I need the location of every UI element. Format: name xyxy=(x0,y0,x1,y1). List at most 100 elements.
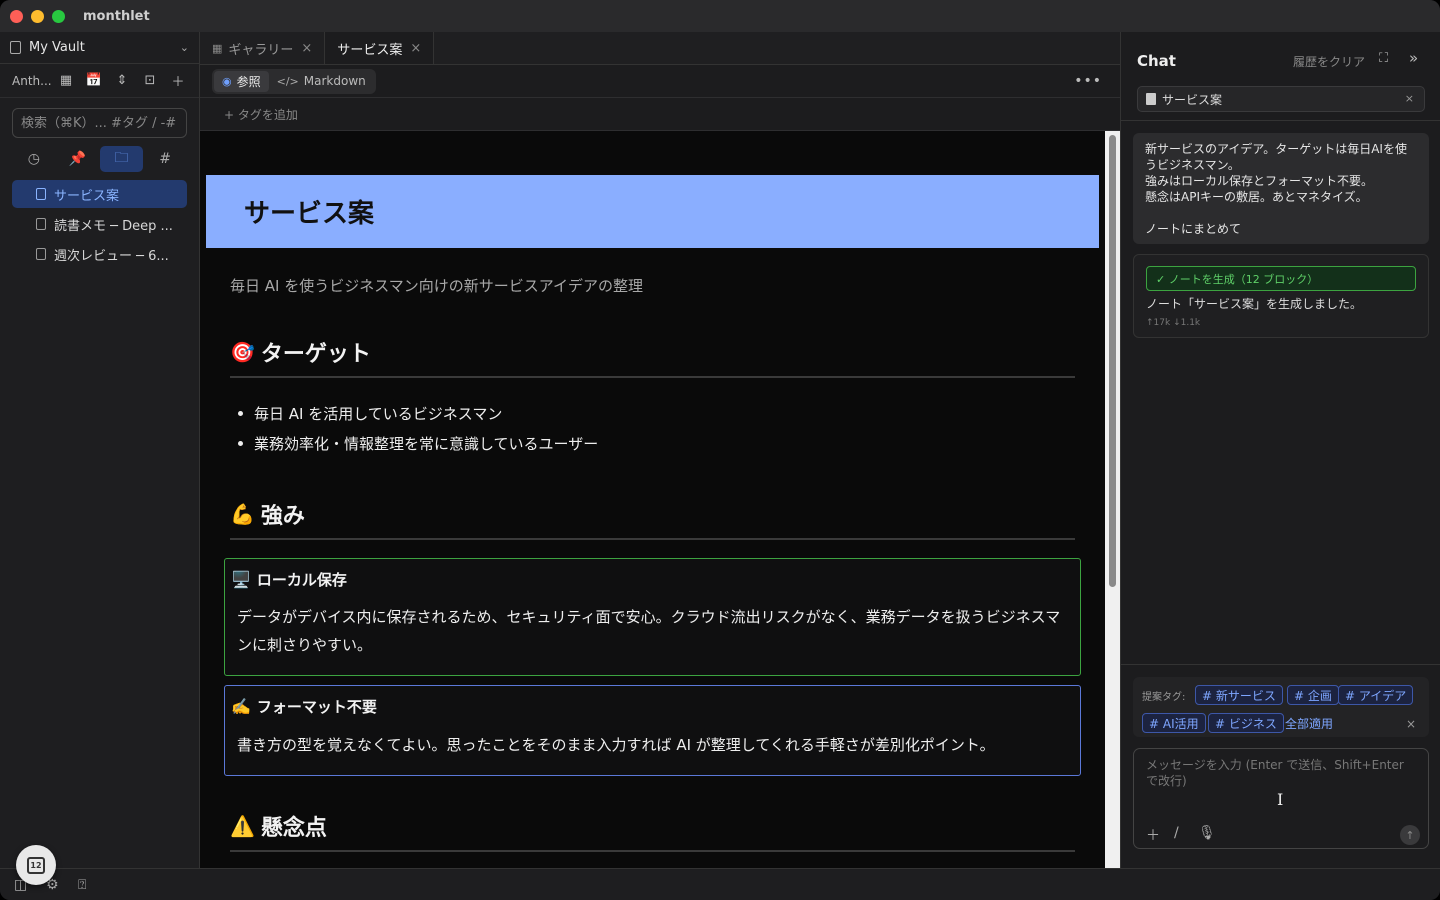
chat-header: Chat 履歴をクリア ⛶ » xyxy=(1121,32,1440,88)
sidebar-toolbar-label[interactable]: Anth... xyxy=(12,74,52,88)
microphone-icon[interactable]: 🎙 xyxy=(1198,825,1216,841)
view-mode-toggle: ◉ 参照 </> Markdown xyxy=(212,68,376,94)
suggested-tags-box: 提案タグ: # 新サービス # 企画 # アイデア # AI活用 # ビジネス … xyxy=(1133,677,1429,737)
status-bar: ◫ ⚙ ⍰ xyxy=(0,868,1440,900)
page-subtitle: 毎日 AI を使うビジネスマン向けの新サービスアイデアの整理 xyxy=(230,277,644,295)
gallery-grid-icon[interactable]: ▦ xyxy=(52,73,80,88)
search-input[interactable] xyxy=(21,115,178,131)
heading-text: 懸念点 xyxy=(260,816,327,841)
vault-name: My Vault xyxy=(29,40,85,55)
file-list: サービス案 読書メモ ─ Deep ... 週次レビュー ─ 6... xyxy=(0,180,199,268)
vault-selector[interactable]: My Vault ⌄ xyxy=(0,32,199,64)
more-options-icon[interactable]: ••• xyxy=(1074,73,1102,89)
tag-chip[interactable]: # 企画 xyxy=(1287,685,1339,705)
attach-plus-icon[interactable]: ＋ xyxy=(1146,825,1160,845)
token-usage: ↑17k ↓1.1k xyxy=(1146,318,1201,328)
file-label: 週次レビュー ─ 6... xyxy=(54,248,169,264)
grid-icon: ▦ xyxy=(212,41,223,55)
file-item-service-plan[interactable]: サービス案 xyxy=(12,180,187,208)
tag-chip[interactable]: # AI活用 xyxy=(1142,713,1206,733)
page-title: サービス案 xyxy=(244,199,375,229)
calendar-fab-button[interactable]: 12 xyxy=(16,845,56,885)
apply-all-tags-button[interactable]: 全部適用 xyxy=(1285,715,1333,732)
file-item-weekly-review[interactable]: 週次レビュー ─ 6... xyxy=(12,240,187,268)
editor-pane: ▦ ギャラリー × サービス案 × ◉ 参照 </> Markdown ••• xyxy=(200,32,1120,868)
list-item: 業務効率化・情報整理を常に意識しているユーザー xyxy=(237,433,598,463)
import-icon[interactable]: ⊡ xyxy=(136,73,164,88)
pin-icon[interactable]: 📌 xyxy=(56,146,100,172)
suggested-tags-label: 提案タグ: xyxy=(1142,692,1186,703)
tab-service-plan[interactable]: サービス案 × xyxy=(325,32,435,64)
message-line xyxy=(1145,205,1417,221)
file-label: 読書メモ ─ Deep ... xyxy=(54,218,173,234)
message-line: 懸念はAPIキーの敷居。あとマネタイズ。 xyxy=(1145,190,1368,204)
sidebar-nav-tabs: ◷ 📌 🗀 # xyxy=(12,146,187,172)
context-document-chip[interactable]: サービス案 × xyxy=(1137,86,1425,112)
document-icon xyxy=(36,218,46,230)
callout-title: 🖥️ ローカル保存 xyxy=(231,569,347,590)
assistant-text: ノート「サービス案」を生成しました。 xyxy=(1146,297,1363,311)
desktop-computer-icon: 🖥️ xyxy=(231,570,251,589)
tab-gallery[interactable]: ▦ ギャラリー × xyxy=(200,32,326,64)
message-input[interactable]: メッセージを入力 (Enter で送信、Shift+Enter で改行) xyxy=(1146,757,1418,789)
clear-history-button[interactable]: 履歴をクリア xyxy=(1293,53,1365,70)
generated-note-badge[interactable]: ✓ ノートを生成（12 ブロック） xyxy=(1146,266,1416,291)
assistant-message: ✓ ノートを生成（12 ブロック） ノート「サービス案」を生成しました。 ↑17… xyxy=(1133,254,1429,338)
folder-icon[interactable]: 🗀 xyxy=(99,146,144,172)
heading-text: 強み xyxy=(260,504,305,529)
chevron-down-icon: ⌄ xyxy=(179,41,189,54)
sort-icon[interactable]: ⇕ xyxy=(108,73,136,88)
writing-hand-icon: ✍️ xyxy=(231,697,251,716)
new-note-plus-icon[interactable]: ＋ xyxy=(164,71,192,90)
document-icon xyxy=(1146,93,1156,105)
file-item-reading-memo[interactable]: 読書メモ ─ Deep ... xyxy=(12,210,187,238)
heading-text: ターゲット xyxy=(260,342,371,367)
warning-icon: ⚠️ xyxy=(230,814,255,838)
tag-chip[interactable]: # ビジネス xyxy=(1208,713,1284,733)
callout-title-text: フォーマット不要 xyxy=(256,698,377,716)
title-bar: monthlet xyxy=(0,0,1440,32)
scrollbar[interactable] xyxy=(1105,131,1120,868)
dismiss-tags-icon[interactable]: × xyxy=(1406,717,1416,731)
eye-icon: ◉ xyxy=(222,74,232,88)
divider xyxy=(1121,120,1440,121)
tag-chip[interactable]: # 新サービス xyxy=(1195,685,1283,705)
tab-label: サービス案 xyxy=(337,42,403,58)
code-icon: </> xyxy=(276,74,299,88)
read-mode-label: 参照 xyxy=(236,74,261,89)
message-line: 強みはローカル保存とフォーマット不要。 xyxy=(1145,174,1374,188)
divider xyxy=(230,376,1075,378)
tag-chip[interactable]: # アイデア xyxy=(1338,685,1414,705)
markdown-mode-button[interactable]: </> Markdown xyxy=(269,71,374,92)
hashtag-icon[interactable]: # xyxy=(143,146,187,172)
read-mode-button[interactable]: ◉ 参照 xyxy=(214,70,269,92)
callout-title: ✍️ フォーマット不要 xyxy=(231,696,377,717)
scrollbar-thumb[interactable] xyxy=(1109,135,1116,587)
heading-strength: 💪 強み xyxy=(230,498,305,530)
recent-clock-icon[interactable]: ◷ xyxy=(12,146,56,172)
markdown-mode-label: Markdown xyxy=(303,74,366,88)
help-icon[interactable]: ⍰ xyxy=(78,877,86,893)
flexed-biceps-icon: 💪 xyxy=(230,502,255,526)
calendar-icon[interactable]: 📅 xyxy=(80,73,108,88)
text-cursor-icon: I xyxy=(1277,790,1284,809)
expand-icon[interactable]: ⛶ xyxy=(1379,51,1388,66)
vault-icon xyxy=(10,41,21,54)
zoom-window-button[interactable] xyxy=(52,9,65,23)
target-icon: 🎯 xyxy=(230,340,255,364)
close-tab-icon[interactable]: × xyxy=(410,41,421,56)
minimize-window-button[interactable] xyxy=(31,9,44,23)
collapse-panel-icon[interactable]: » xyxy=(1409,49,1418,67)
remove-context-icon[interactable]: × xyxy=(1405,92,1414,105)
message-line: ノートにまとめて xyxy=(1145,222,1242,236)
callout-body: データがデバイス内に保存されるため、セキュリティ面で安心。クラウド流出リスクがな… xyxy=(237,608,1061,654)
send-button[interactable]: ↑ xyxy=(1400,825,1420,845)
add-tag-button[interactable]: + タグを追加 xyxy=(224,106,298,123)
close-tab-icon[interactable]: × xyxy=(301,41,312,56)
add-tag-bar: + タグを追加 xyxy=(200,98,1120,131)
document-body: サービス案 毎日 AI を使うビジネスマン向けの新サービスアイデアの整理 🎯 タ… xyxy=(200,131,1105,868)
search-box[interactable] xyxy=(12,108,187,138)
slash-command-icon[interactable]: / xyxy=(1174,825,1179,841)
app-title: monthlet xyxy=(83,8,150,24)
close-window-button[interactable] xyxy=(10,9,23,23)
